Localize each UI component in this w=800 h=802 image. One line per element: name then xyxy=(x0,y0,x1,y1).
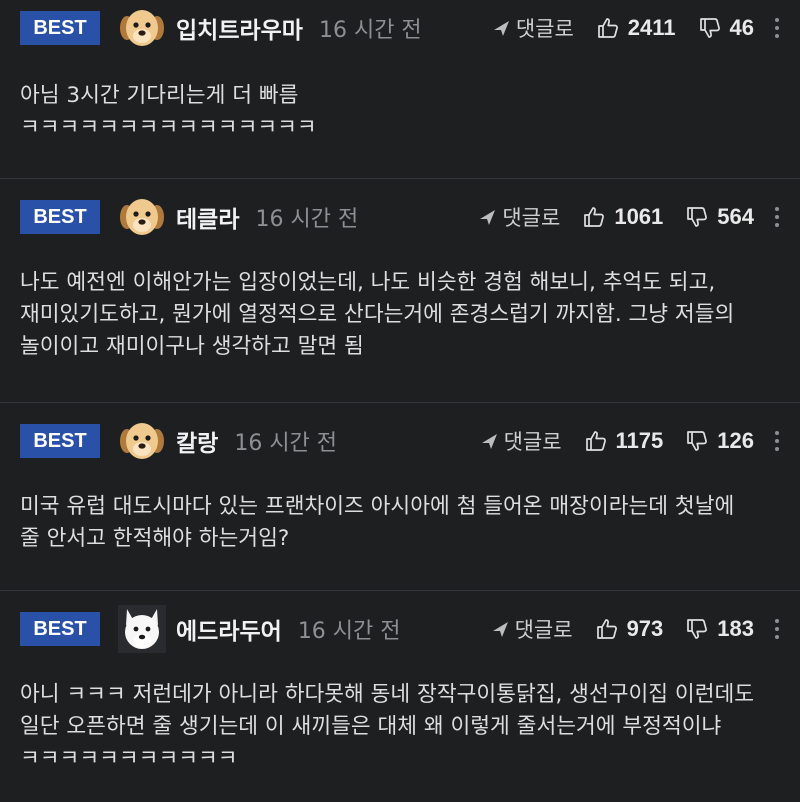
like-count: 1175 xyxy=(615,428,664,453)
thumbs-up-icon xyxy=(584,207,605,227)
like-button[interactable]: 1175 xyxy=(584,428,664,454)
comment-actions: 댓글로 2411 46 xyxy=(491,13,780,43)
comment-item: BEST 에드라두어 16 시간 전 댓글로 973 183 아니 ㅋㅋㅋ 저런… xyxy=(0,590,800,802)
comment-header: BEST 칼랑 16 시간 전 댓글로 1175 126 xyxy=(20,413,780,469)
puppy-icon xyxy=(120,10,164,46)
timestamp: 16 시간 전 xyxy=(297,619,401,644)
reply-button[interactable]: 댓글로 xyxy=(479,426,562,456)
puppy-icon xyxy=(120,199,164,235)
puppy-avatar[interactable] xyxy=(118,193,166,241)
best-badge: BEST xyxy=(20,612,100,646)
thumbs-down-icon xyxy=(687,619,708,639)
best-badge: BEST xyxy=(20,11,100,45)
puppy-avatar[interactable] xyxy=(118,4,166,52)
timestamp: 16 시간 전 xyxy=(234,431,338,456)
reply-label: 댓글로 xyxy=(503,430,562,454)
dislike-button[interactable]: 126 xyxy=(685,428,754,454)
more-options-icon[interactable] xyxy=(774,16,780,40)
like-count: 1061 xyxy=(614,204,664,229)
like-button[interactable]: 1061 xyxy=(582,204,663,230)
send-arrow-icon xyxy=(493,21,509,36)
comment-item: BEST 테클라 16 시간 전 댓글로 1061 564 나도 예전엔 이해안… xyxy=(0,178,800,402)
comment-actions: 댓글로 1175 126 xyxy=(479,426,780,456)
puppy-avatar[interactable] xyxy=(118,417,166,465)
more-options-icon[interactable] xyxy=(774,205,780,229)
like-count: 973 xyxy=(626,616,664,641)
comment-text: 아님 3시간 기다리는게 더 빠름 ㅋㅋㅋㅋㅋㅋㅋㅋㅋㅋㅋㅋㅋㅋㅋ xyxy=(20,83,317,140)
comment-text: 미국 유럽 대도시마다 있는 프랜차이즈 아시아에 첨 들어온 매장이라는데 첫… xyxy=(20,494,742,551)
best-badge: BEST xyxy=(20,424,100,458)
thumbs-down-icon xyxy=(687,207,708,227)
timestamp: 16 시간 전 xyxy=(255,207,359,232)
send-arrow-icon xyxy=(481,434,497,449)
thumbs-up-icon xyxy=(596,619,617,639)
reply-button[interactable]: 댓글로 xyxy=(491,13,574,43)
dislike-count: 564 xyxy=(717,204,754,229)
comment-header: BEST 테클라 16 시간 전 댓글로 1061 564 xyxy=(20,189,780,245)
reply-label: 댓글로 xyxy=(502,206,561,230)
timestamp: 16 시간 전 xyxy=(318,18,422,43)
more-options-icon[interactable] xyxy=(774,429,780,453)
nickname[interactable]: 테클라 xyxy=(176,200,239,234)
reply-label: 댓글로 xyxy=(514,618,573,642)
like-count: 2411 xyxy=(627,15,676,40)
comment-item: BEST 입치트라우마 16 시간 전 댓글로 2411 46 아님 3시간 기… xyxy=(0,0,800,178)
dislike-button[interactable]: 46 xyxy=(698,15,754,41)
dislike-button[interactable]: 564 xyxy=(685,204,754,230)
thumbs-down-icon xyxy=(687,431,708,451)
dislike-count: 46 xyxy=(729,15,754,40)
white-dog-icon xyxy=(118,605,166,653)
comment-actions: 댓글로 1061 564 xyxy=(477,202,780,232)
reply-button[interactable]: 댓글로 xyxy=(490,614,573,644)
comment-header: BEST 입치트라우마 16 시간 전 댓글로 2411 46 xyxy=(20,0,780,56)
send-arrow-icon xyxy=(492,622,508,637)
comment-text: 나도 예전엔 이해안가는 입장이었는데, 나도 비슷한 경험 해보니, 추억도 … xyxy=(20,270,742,359)
dislike-count: 183 xyxy=(717,616,754,641)
send-arrow-icon xyxy=(480,210,496,225)
more-options-icon[interactable] xyxy=(774,617,780,641)
comment-text: 아니 ㅋㅋㅋ 저런데가 아니라 하다못해 동네 장작구이통닭집, 생선구이집 이… xyxy=(20,682,761,771)
white-dog-avatar[interactable] xyxy=(118,605,166,653)
dislike-count: 126 xyxy=(717,428,754,453)
comment-item: BEST 칼랑 16 시간 전 댓글로 1175 126 미국 유럽 대도시마다… xyxy=(0,402,800,590)
comment-actions: 댓글로 973 183 xyxy=(490,614,780,644)
best-badge: BEST xyxy=(20,200,100,234)
dislike-button[interactable]: 183 xyxy=(685,616,754,642)
puppy-icon xyxy=(120,423,164,459)
nickname[interactable]: 에드라두어 xyxy=(176,612,282,646)
nickname[interactable]: 입치트라우마 xyxy=(176,11,303,45)
like-button[interactable]: 973 xyxy=(595,616,664,642)
thumbs-up-icon xyxy=(585,431,606,451)
reply-label: 댓글로 xyxy=(515,17,574,41)
like-button[interactable]: 2411 xyxy=(596,15,676,41)
reply-button[interactable]: 댓글로 xyxy=(477,202,560,232)
thumbs-down-icon xyxy=(699,18,720,38)
comment-header: BEST 에드라두어 16 시간 전 댓글로 973 183 xyxy=(20,601,780,657)
nickname[interactable]: 칼랑 xyxy=(176,424,218,458)
thumbs-up-icon xyxy=(597,18,618,38)
